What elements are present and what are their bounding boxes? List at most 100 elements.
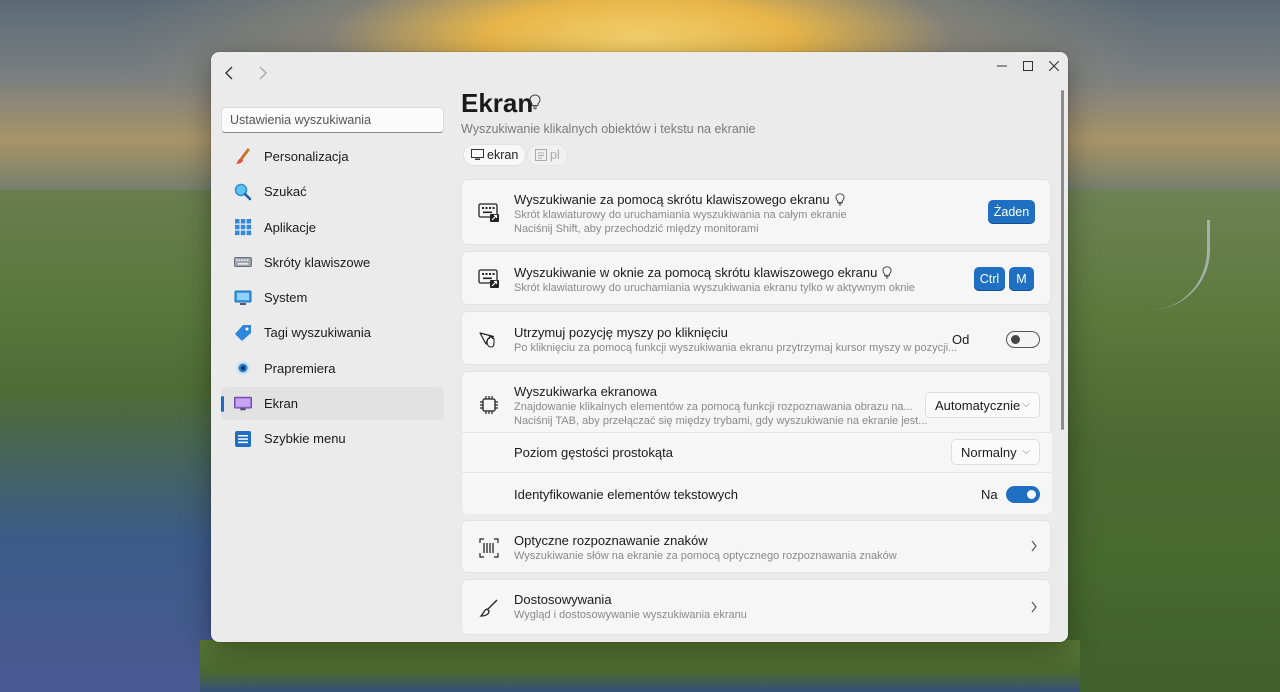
- brush-icon: [476, 595, 502, 621]
- content-scrollbar[interactable]: [1061, 90, 1064, 430]
- monitor-system-icon: [234, 289, 252, 307]
- minimize-button[interactable]: [989, 54, 1015, 78]
- back-button[interactable]: [214, 58, 244, 88]
- maximize-icon: [1023, 61, 1033, 71]
- shortcut-key-ctrl-button[interactable]: Ctrl: [974, 267, 1005, 291]
- toggle-state-label: Od: [952, 332, 970, 347]
- toggle-state-label: Na: [981, 487, 998, 502]
- shortcut-key-m-button[interactable]: M: [1009, 267, 1034, 291]
- lightbulb-icon[interactable]: [882, 266, 892, 282]
- wallpaper-forest-right: [1066, 190, 1280, 692]
- setting-title: Optyczne rozpoznawanie znaków: [514, 533, 708, 548]
- mouse-position-toggle[interactable]: [1006, 331, 1040, 348]
- tag-label: pl: [550, 148, 560, 162]
- shortcut-key-button[interactable]: Żaden: [988, 200, 1035, 224]
- setting-description: Naciśnij Shift, aby przechodzić między m…: [514, 223, 759, 235]
- chevron-right-icon: [1030, 600, 1038, 616]
- sidebar-item-aplikacje[interactable]: Aplikacje: [221, 211, 444, 244]
- minimize-icon: [997, 65, 1007, 67]
- chip-icon: [476, 392, 502, 418]
- sidebar-item-ekran[interactable]: Ekran: [221, 387, 444, 421]
- chevron-down-icon: ⌵: [1022, 399, 1030, 410]
- wallpaper-forest-left: [0, 190, 215, 692]
- lightbulb-icon[interactable]: [835, 193, 845, 209]
- tag-icon: [234, 324, 252, 342]
- tag-pl[interactable]: pl: [527, 144, 568, 166]
- chevron-down-icon: ⌵: [1022, 446, 1030, 457]
- lightbulb-icon[interactable]: [529, 94, 541, 115]
- page-title: Ekran: [461, 88, 534, 118]
- setting-title: Utrzymuj pozycję myszy po kliknięciu: [514, 325, 728, 340]
- sidebar-item-personalizacja[interactable]: Personalizacja: [221, 140, 444, 173]
- sidebar-item-label: Tagi wyszukiwania: [264, 325, 371, 341]
- maximize-button[interactable]: [1015, 54, 1041, 78]
- settings-search-input[interactable]: [221, 107, 444, 133]
- sidebar-item-tagi-wyszukiwania[interactable]: Tagi wyszukiwania: [221, 316, 444, 349]
- page-subtitle: Wyszukiwanie klikalnych obiektów i tekst…: [461, 122, 756, 136]
- setting-title: Wyszukiwanie w oknie za pomocą skrótu kl…: [514, 265, 892, 282]
- sidebar-item-skroty-klawiszowe[interactable]: Skróty klawiszowe: [221, 246, 444, 279]
- density-dropdown[interactable]: Normalny ⌵: [951, 439, 1040, 465]
- sidebar-item-label: Aplikacje: [264, 219, 317, 235]
- setting-row-density: Poziom gęstości prostokąta Normalny ⌵: [462, 432, 1052, 472]
- setting-title: Wyszukiwanie za pomocą skrótu klawiszowe…: [514, 192, 845, 209]
- setting-card-mouse-position: Utrzymuj pozycję myszy po kliknięciu Po …: [461, 311, 1051, 365]
- eye-icon: [234, 359, 252, 377]
- sidebar-item-szukac[interactable]: Szukać: [221, 175, 444, 208]
- setting-description: Skrót klawiaturowy do uruchamiania wyszu…: [514, 209, 847, 221]
- setting-title: Dostosowywania: [514, 592, 612, 607]
- screen-tag-icon: [471, 149, 484, 160]
- setting-description: Skrót klawiaturowy do uruchamiania wyszu…: [514, 282, 916, 294]
- tag-label: ekran: [487, 148, 519, 162]
- setting-title: Wyszukiwarka ekranowa: [514, 384, 657, 399]
- setting-description: Wyszukiwanie słów na ekranie za pomocą o…: [514, 550, 897, 562]
- apps-grid-icon: [234, 218, 252, 236]
- close-icon: [1049, 61, 1059, 71]
- chevron-right-icon: [1030, 539, 1038, 555]
- window-shortcut-icon: [476, 266, 502, 292]
- sidebar-item-label: Szybkie menu: [264, 431, 346, 447]
- setting-description: Wygląd i dostosowywanie wyszukiwania ekr…: [514, 609, 747, 621]
- dropdown-value: Normalny: [961, 444, 1017, 460]
- sidebar: Personalizacja Szukać Aplikacje Skróty k…: [221, 140, 444, 458]
- text-elements-toggle[interactable]: [1006, 486, 1040, 503]
- settings-window: Personalizacja Szukać Aplikacje Skróty k…: [211, 52, 1068, 642]
- sidebar-item-szybkie-menu[interactable]: Szybkie menu: [221, 422, 444, 455]
- setting-title: Poziom gęstości prostokąta: [514, 445, 673, 460]
- toggle-knob: [1027, 490, 1036, 499]
- sidebar-item-label: Szukać: [264, 184, 307, 200]
- sidebar-item-label: Personalizacja: [264, 149, 349, 164]
- sidebar-item-label: Ekran: [264, 396, 298, 412]
- magnifier-icon: [234, 183, 252, 201]
- close-button[interactable]: [1041, 54, 1067, 78]
- chevron-left-icon: [225, 66, 233, 80]
- setting-card-screen-engine: Wyszukiwarka ekranowa Znajdowanie klikal…: [461, 371, 1052, 514]
- chevron-right-icon: [259, 66, 267, 80]
- dropdown-value: Automatycznie: [935, 397, 1021, 413]
- setting-card-customizations[interactable]: Dostosowywania Wygląd i dostosowywanie w…: [461, 579, 1051, 635]
- language-tag-icon: [535, 149, 547, 161]
- setting-card-ocr[interactable]: Optyczne rozpoznawanie znaków Wyszukiwan…: [461, 520, 1051, 573]
- setting-description: Znajdowanie klikalnych elementów za pomo…: [514, 401, 913, 413]
- hand-cursor-icon: [476, 326, 502, 352]
- sidebar-item-label: Skróty klawiszowe: [264, 254, 371, 270]
- sidebar-item-label: System: [264, 290, 308, 306]
- sidebar-item-prapremiera[interactable]: Prapremiera: [221, 352, 444, 385]
- tag-ekran[interactable]: ekran: [463, 144, 527, 166]
- setting-title: Identyfikowanie elementów tekstowych: [514, 487, 739, 502]
- wallpaper-river: [1120, 220, 1210, 310]
- setting-row-text-elements: Identyfikowanie elementów tekstowych Na: [462, 472, 1052, 514]
- toggle-knob: [1011, 335, 1020, 344]
- screen-engine-dropdown[interactable]: Automatycznie ⌵: [925, 392, 1040, 418]
- setting-card-shortcut-window: Wyszukiwanie w oknie za pomocą skrótu kl…: [461, 251, 1051, 305]
- paintbrush-icon: [234, 148, 252, 166]
- wallpaper-forest-bottom: [200, 640, 1080, 692]
- keyboard-icon: [234, 253, 252, 271]
- setting-description: Naciśnij TAB, aby przełączać się między …: [514, 415, 928, 427]
- sidebar-item-system[interactable]: System: [221, 281, 444, 314]
- barcode-scan-icon: [476, 535, 502, 561]
- setting-card-shortcut-screen: Wyszukiwanie za pomocą skrótu klawiszowe…: [461, 179, 1051, 245]
- forward-button[interactable]: [248, 58, 278, 88]
- setting-description: Po kliknięciu za pomocą funkcji wyszukiw…: [514, 342, 958, 354]
- screen-icon: [234, 395, 252, 413]
